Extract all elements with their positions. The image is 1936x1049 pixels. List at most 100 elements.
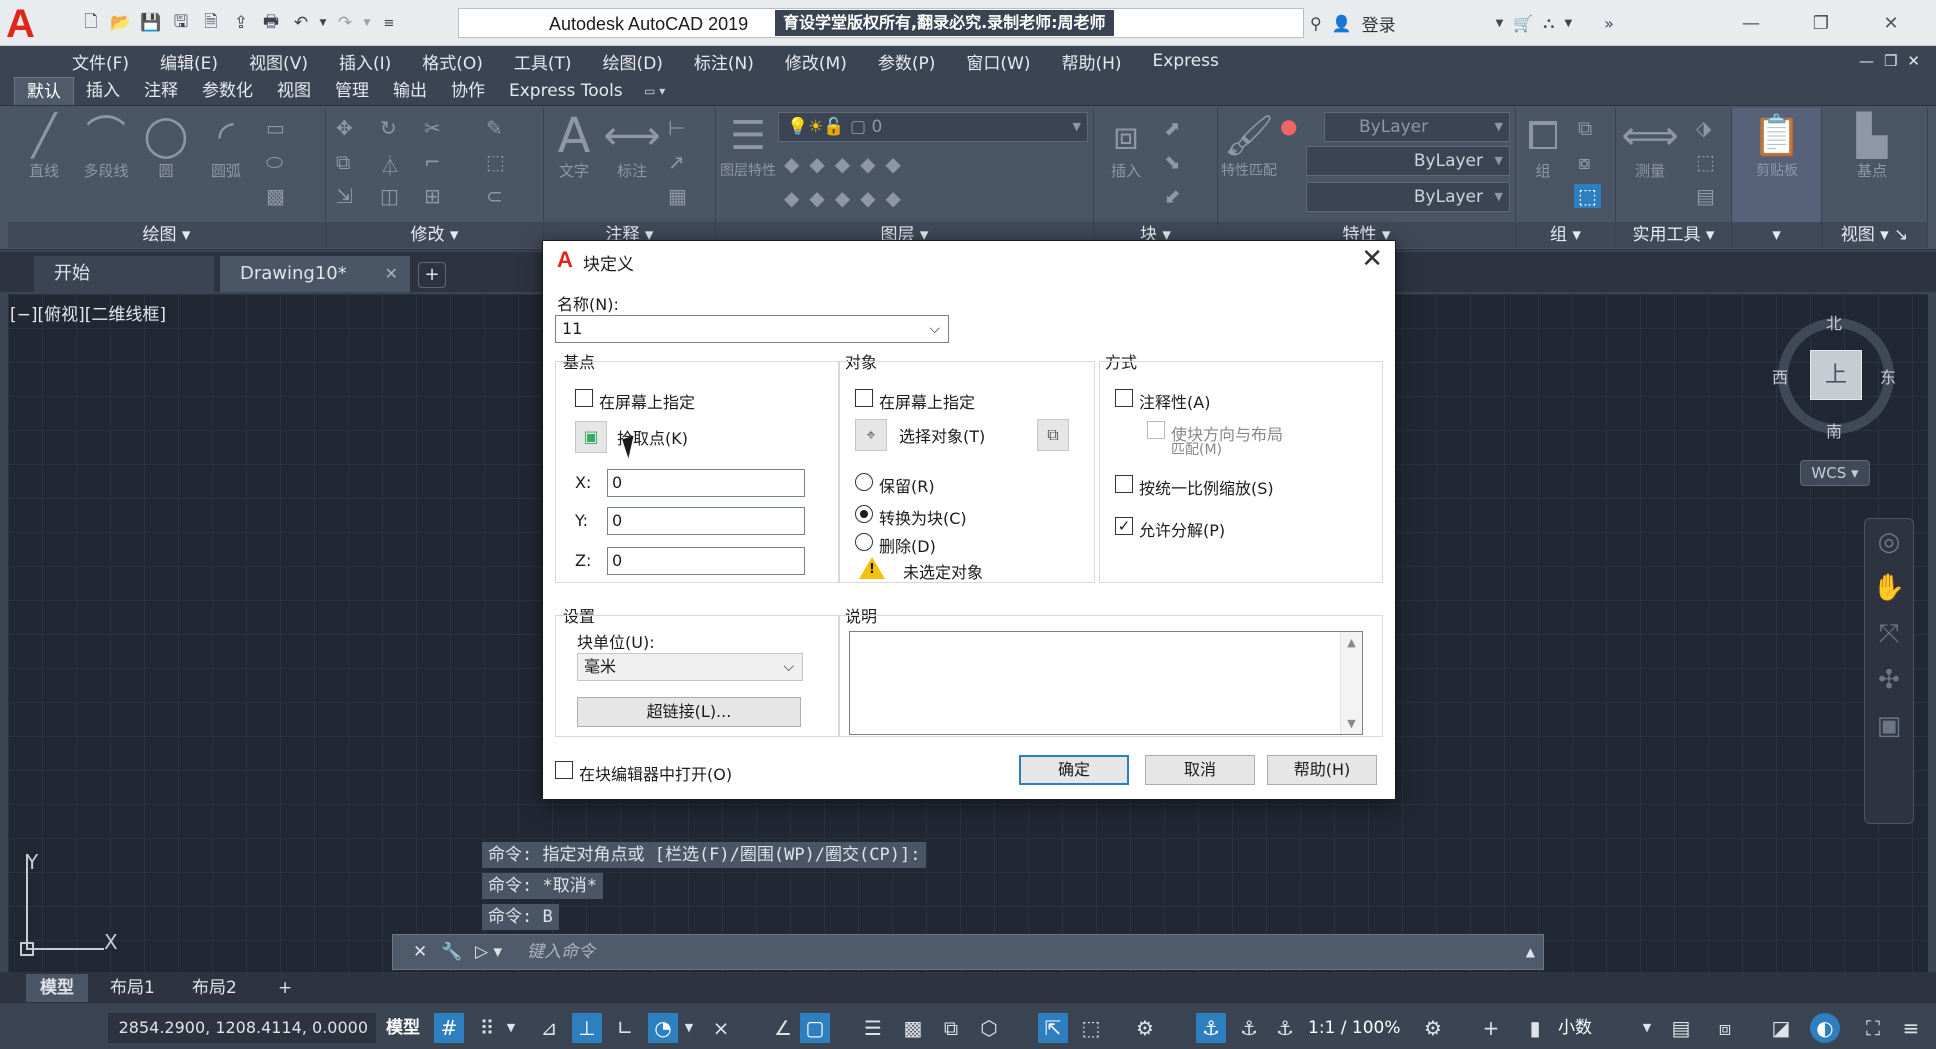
snap-icon[interactable]: ⠿ [472,1013,502,1043]
tab-start[interactable]: 开始 [34,256,214,292]
text-tool[interactable]: A 文字 [546,112,602,181]
annotative-checkbox[interactable] [1115,389,1133,407]
delete-radio[interactable] [855,533,873,551]
quick-select-icon[interactable]: ⬗ [1696,116,1711,140]
clean-screen-icon[interactable]: ⛶ [1858,1013,1888,1043]
block-unit-dropdown[interactable]: 毫米 ⌵ [577,653,803,681]
create-block-icon[interactable]: ⬈ [1164,116,1181,140]
new-file-icon[interactable]: 🗋 [78,10,104,36]
fillet-icon[interactable]: ⌐ [424,150,441,174]
base-point-tool[interactable]: ▙ 基点 [1842,112,1902,181]
menu-window[interactable]: 窗口(W) [966,49,1030,74]
close-tab-icon[interactable]: ✕ [385,256,398,292]
polar-tracking-icon[interactable]: ◔ [648,1013,678,1043]
line-tool[interactable]: ╱ 直线 [16,112,72,181]
tab-home[interactable]: 默认 [14,77,74,105]
lineweight-icon[interactable]: ☰ [858,1013,888,1043]
scale-uniformly-checkbox[interactable] [1115,475,1133,493]
object-snap-icon[interactable]: ▢ [800,1013,830,1043]
objects-specify-on-screen-checkbox[interactable] [855,389,873,407]
viewport-controls[interactable]: [−][俯视][二维线框] [10,300,166,325]
save-icon[interactable]: 💾 [138,10,164,36]
trim-icon[interactable]: ✂ [424,116,441,140]
model-space-button[interactable]: 模型 [386,1013,420,1043]
cart-icon[interactable]: 🛒 [1513,14,1533,33]
selection-filter-icon[interactable]: ⬚ [1076,1013,1106,1043]
viewcube-top-face[interactable]: 上 [1810,350,1862,400]
menu-parametric[interactable]: 参数(P) [878,49,936,74]
allow-exploding-checkbox[interactable]: ✓ [1115,517,1133,535]
match-orientation-checkbox[interactable] [1147,421,1165,439]
panel-utilities-title[interactable]: 实用工具 ▾ [1616,222,1731,248]
group-edit-icon[interactable]: ⧇ [1578,150,1591,174]
lock-ui-icon[interactable]: ⧈ [1710,1013,1740,1043]
binoculars-icon[interactable]: ⚲ [1310,14,1322,33]
ungroup-icon[interactable]: ⧉ [1578,116,1592,140]
panel-modify-title[interactable]: 修改 ▾ [326,222,543,248]
explode-icon[interactable]: ⬚ [486,150,505,174]
convert-to-block-radio[interactable] [855,505,873,523]
undo-dropdown-icon[interactable]: ▼ [318,10,328,36]
hyperlink-button[interactable]: 超链接(L)... [577,697,801,727]
z-input[interactable]: 0 [607,547,805,575]
layer-tools-row2-icon[interactable]: ◆◆◆◆◆ [784,186,911,210]
compass-west[interactable]: 西 [1772,364,1788,388]
scroll-down-icon[interactable]: ▼ [1341,717,1362,730]
copy-icon[interactable]: ⧉ [336,150,350,174]
select-objects-button[interactable]: ⌖ [855,419,887,451]
customize-wrench-icon[interactable]: 🔧 [441,935,462,969]
circle-tool[interactable]: ◯ 圆 [138,112,194,181]
compass-north[interactable]: 北 [1826,310,1842,334]
pan-icon[interactable]: ✋ [1865,565,1913,611]
tab-annotate[interactable]: 注释 [132,77,190,105]
dialog-close-icon[interactable]: ✕ [1361,244,1383,274]
tab-layout1[interactable]: 布局1 [96,974,169,1002]
customize-qat-icon[interactable]: ≡ [376,10,402,36]
x-input[interactable]: 0 [607,469,805,497]
array-icon[interactable]: ⊞ [424,184,441,208]
new-tab-icon[interactable]: + [418,262,446,288]
polar-dropdown-icon[interactable]: ▼ [682,1013,696,1043]
expand-history-icon[interactable]: ▲ [1526,935,1535,969]
annotation-scale-value[interactable]: 1:1 / 100% [1308,1013,1401,1043]
cancel-button[interactable]: 取消 [1145,755,1255,785]
panel-draw-title[interactable]: 绘图 ▾ [8,222,325,248]
retain-radio[interactable] [855,473,873,491]
ucs-menu[interactable]: WCS ▾ [1800,460,1870,486]
tab-view[interactable]: 视图 [265,77,323,105]
scroll-up-icon[interactable]: ▲ [1341,636,1362,649]
color-wheel-icon[interactable]: ● [1280,114,1297,138]
auto-scale-icon[interactable]: ⚓ [1234,1013,1264,1043]
group-select-icon[interactable]: ⬚ [1574,184,1601,208]
leader-icon[interactable]: ↗ [668,150,685,174]
add-layout-icon[interactable]: + [264,974,306,1002]
tab-model[interactable]: 模型 [26,974,88,1002]
tab-insert[interactable]: 插入 [74,77,132,105]
customization-icon[interactable]: ≡ [1896,1013,1926,1043]
user-icon[interactable]: 👤 [1332,14,1352,33]
hatch-icon[interactable]: ▩ [266,184,285,208]
units-dropdown-icon[interactable]: ▼ [1640,1013,1654,1043]
dimension-tool[interactable]: ⟷ 标注 [602,112,662,181]
compass-south[interactable]: 南 [1826,418,1842,442]
menu-tools[interactable]: 工具(T) [514,49,572,74]
close-icon[interactable]: ✕ [1856,0,1926,46]
doc-close-icon[interactable]: ✕ [1907,52,1920,70]
stretch-icon[interactable]: ⇲ [336,184,353,208]
compass-east[interactable]: 东 [1880,364,1896,388]
calculator-icon[interactable]: ▤ [1696,184,1715,208]
edit-block-icon[interactable]: ⬊ [1164,150,1181,174]
menu-draw[interactable]: 绘图(D) [603,49,663,74]
doc-restore-icon[interactable]: ❐ [1884,52,1897,70]
hardware-acceleration-icon[interactable]: ◐ [1810,1013,1840,1043]
menu-format[interactable]: 格式(O) [422,49,483,74]
open-web-icon[interactable]: 🗎 [198,10,224,36]
restore-icon[interactable]: ❐ [1786,0,1856,46]
undo-icon[interactable]: ↶ [288,10,314,36]
layer-properties-tool[interactable]: ☰ 图层特性 [718,112,778,180]
ortho-icon[interactable]: ∟ [610,1013,640,1043]
block-name-combo[interactable]: 11 ⌵ [555,315,949,343]
layer-tools-row1-icon[interactable]: ◆◆◆◆◆ [784,152,911,176]
menu-help[interactable]: 帮助(H) [1061,49,1121,74]
login-link[interactable]: 登录 [1362,11,1396,36]
